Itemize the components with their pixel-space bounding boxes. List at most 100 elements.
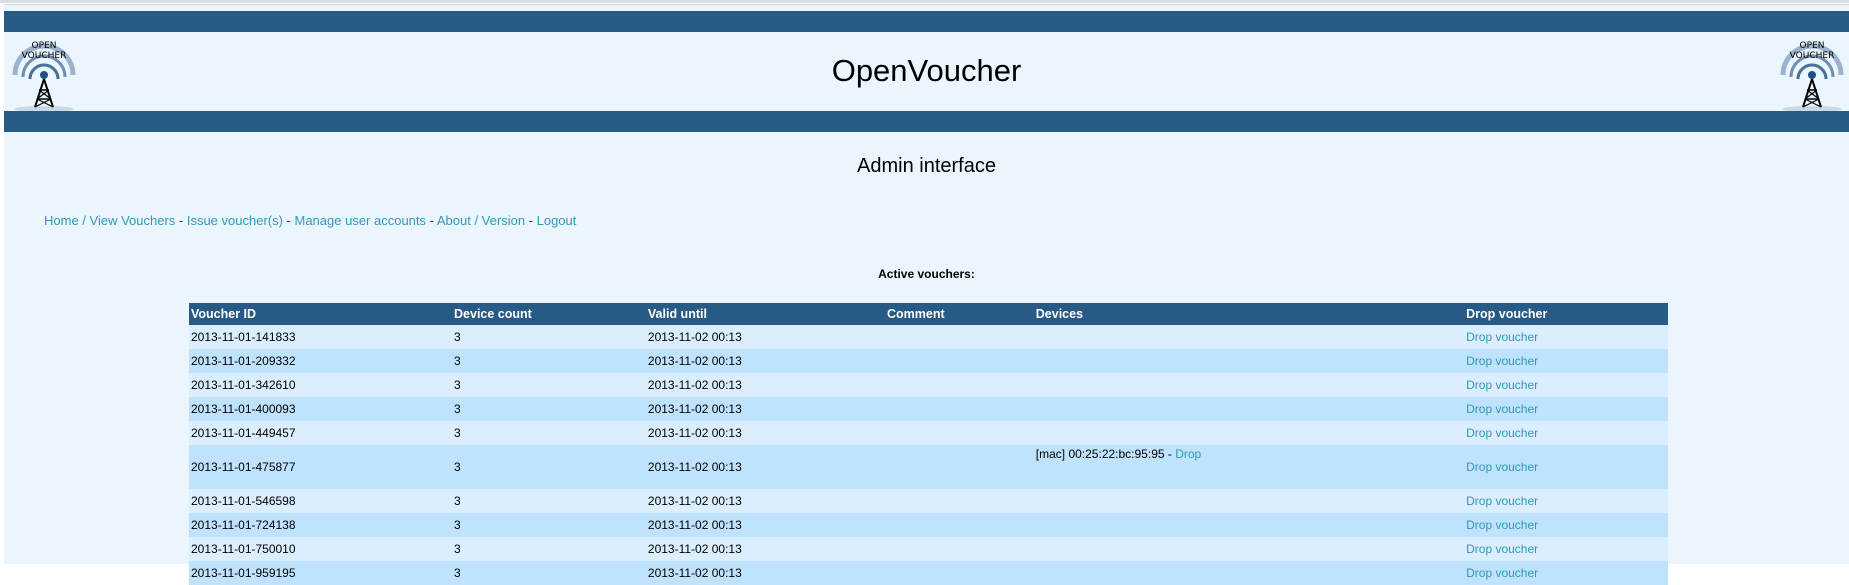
nav-separator: - bbox=[426, 213, 437, 228]
valid-until-cell: 2013-11-02 00:13 bbox=[645, 489, 886, 513]
voucher-id-cell: 2013-11-01-959195 bbox=[189, 561, 453, 585]
table-header-row: Voucher ID Device count Valid until Comm… bbox=[189, 303, 1668, 325]
table-row: 2013-11-01-475877 3 2013-11-02 00:13 [mac] … bbox=[189, 445, 1668, 489]
logo-text-open: OPEN bbox=[1799, 41, 1825, 51]
nav-about-version[interactable]: About / Version bbox=[437, 213, 525, 228]
openvoucher-logo-right: OPEN VOUCHER bbox=[1777, 35, 1847, 111]
drop-voucher-cell: Drop voucher bbox=[1464, 397, 1668, 421]
nav-manage-user-accounts[interactable]: Manage user accounts bbox=[295, 213, 427, 228]
app-title: OpenVoucher bbox=[831, 53, 1022, 88]
vouchers-table-body: 2013-11-01-141833 3 2013-11-02 00:13 Drop v… bbox=[189, 325, 1668, 585]
logo-text-open: OPEN bbox=[31, 41, 57, 51]
devices-cell bbox=[1033, 561, 1465, 585]
table-row: 2013-11-01-209332 3 2013-11-02 00:13 Drop v… bbox=[189, 349, 1668, 373]
main-nav: Home / View Vouchers - Issue voucher(s) … bbox=[44, 213, 576, 228]
devices-cell bbox=[1033, 397, 1465, 421]
comment-cell bbox=[885, 325, 1034, 349]
column-header-voucher-id: Voucher ID bbox=[189, 303, 453, 325]
drop-voucher-cell: Drop voucher bbox=[1464, 421, 1668, 445]
devices-cell bbox=[1033, 421, 1465, 445]
device-count-cell: 3 bbox=[452, 373, 646, 397]
device-count-cell: 3 bbox=[452, 513, 646, 537]
voucher-id-cell: 2013-11-01-209332 bbox=[189, 349, 453, 373]
drop-voucher-cell: Drop voucher bbox=[1464, 373, 1668, 397]
drop-voucher-link[interactable]: Drop voucher bbox=[1466, 402, 1538, 416]
comment-cell bbox=[885, 397, 1034, 421]
drop-voucher-cell: Drop voucher bbox=[1464, 349, 1668, 373]
device-count-cell: 3 bbox=[452, 325, 646, 349]
voucher-id-cell: 2013-11-01-400093 bbox=[189, 397, 453, 421]
comment-cell bbox=[885, 349, 1034, 373]
valid-until-cell: 2013-11-02 00:13 bbox=[645, 537, 886, 561]
valid-until-cell: 2013-11-02 00:13 bbox=[645, 349, 886, 373]
drop-voucher-link[interactable]: Drop voucher bbox=[1466, 354, 1538, 368]
header-bar-top bbox=[4, 11, 1849, 32]
comment-cell bbox=[885, 421, 1034, 445]
device-count-cell: 3 bbox=[452, 445, 646, 489]
valid-until-cell: 2013-11-02 00:13 bbox=[645, 373, 886, 397]
devices-cell bbox=[1033, 537, 1465, 561]
valid-until-cell: 2013-11-02 00:13 bbox=[645, 561, 886, 585]
voucher-id-cell: 2013-11-01-449457 bbox=[189, 421, 453, 445]
device-separator: - bbox=[1164, 447, 1176, 461]
voucher-id-cell: 2013-11-01-141833 bbox=[189, 325, 453, 349]
drop-voucher-link[interactable]: Drop voucher bbox=[1466, 330, 1538, 344]
nav-logout[interactable]: Logout bbox=[537, 213, 577, 228]
device-count-cell: 3 bbox=[452, 397, 646, 421]
drop-voucher-cell: Drop voucher bbox=[1464, 561, 1668, 585]
drop-voucher-link[interactable]: Drop voucher bbox=[1466, 378, 1538, 392]
table-row: 2013-11-01-750010 3 2013-11-02 00:13 Drop v… bbox=[189, 537, 1668, 561]
table-row: 2013-11-01-449457 3 2013-11-02 00:13 Drop v… bbox=[189, 421, 1668, 445]
column-header-device-count: Device count bbox=[452, 303, 646, 325]
voucher-id-cell: 2013-11-01-475877 bbox=[189, 445, 453, 489]
table-row: 2013-11-01-546598 3 2013-11-02 00:13 Drop v… bbox=[189, 489, 1668, 513]
nav-separator: - bbox=[282, 213, 295, 228]
drop-voucher-cell: Drop voucher bbox=[1464, 513, 1668, 537]
comment-cell bbox=[885, 561, 1034, 585]
drop-voucher-cell: Drop voucher bbox=[1464, 537, 1668, 561]
logo-text-voucher: VOUCHER bbox=[1789, 51, 1835, 61]
nav-separator: - bbox=[525, 213, 537, 228]
valid-until-cell: 2013-11-02 00:13 bbox=[645, 397, 886, 421]
voucher-id-cell: 2013-11-01-342610 bbox=[189, 373, 453, 397]
column-header-valid-until: Valid until bbox=[645, 303, 886, 325]
nav-home-view-vouchers[interactable]: Home / View Vouchers bbox=[44, 213, 175, 228]
table-row: 2013-11-01-400093 3 2013-11-02 00:13 Drop v… bbox=[189, 397, 1668, 421]
drop-voucher-cell: Drop voucher bbox=[1464, 489, 1668, 513]
comment-cell bbox=[885, 537, 1034, 561]
comment-cell bbox=[885, 489, 1034, 513]
table-row: 2013-11-01-959195 3 2013-11-02 00:13 Drop v… bbox=[189, 561, 1668, 585]
table-row: 2013-11-01-141833 3 2013-11-02 00:13 Drop v… bbox=[189, 325, 1668, 349]
voucher-id-cell: 2013-11-01-724138 bbox=[189, 513, 453, 537]
nav-issue-vouchers[interactable]: Issue voucher(s) bbox=[187, 213, 283, 228]
comment-cell bbox=[885, 445, 1034, 489]
valid-until-cell: 2013-11-02 00:13 bbox=[645, 513, 886, 537]
valid-until-cell: 2013-11-02 00:13 bbox=[645, 325, 886, 349]
devices-cell bbox=[1033, 325, 1465, 349]
devices-cell bbox=[1033, 489, 1465, 513]
drop-device-link[interactable]: Drop bbox=[1175, 447, 1201, 461]
drop-voucher-link[interactable]: Drop voucher bbox=[1466, 426, 1538, 440]
comment-cell bbox=[885, 373, 1034, 397]
table-row: 2013-11-01-724138 3 2013-11-02 00:13 Drop v… bbox=[189, 513, 1668, 537]
drop-voucher-link[interactable]: Drop voucher bbox=[1466, 566, 1538, 580]
drop-voucher-cell: Drop voucher bbox=[1464, 325, 1668, 349]
drop-voucher-link[interactable]: Drop voucher bbox=[1466, 460, 1538, 474]
devices-cell bbox=[1033, 373, 1465, 397]
drop-voucher-link[interactable]: Drop voucher bbox=[1466, 518, 1538, 532]
valid-until-cell: 2013-11-02 00:13 bbox=[645, 445, 886, 489]
vouchers-table: Voucher ID Device count Valid until Comm… bbox=[189, 303, 1668, 585]
drop-voucher-cell: Drop voucher bbox=[1464, 445, 1668, 489]
devices-cell bbox=[1033, 349, 1465, 373]
device-count-cell: 3 bbox=[452, 421, 646, 445]
voucher-id-cell: 2013-11-01-546598 bbox=[189, 489, 453, 513]
voucher-id-cell: 2013-11-01-750010 bbox=[189, 537, 453, 561]
drop-voucher-link[interactable]: Drop voucher bbox=[1466, 542, 1538, 556]
window-top-edge bbox=[0, 0, 1849, 3]
page: OPEN VOUCHER OpenVoucher OPEN VOUCHER Ad… bbox=[4, 4, 1849, 585]
column-header-devices: Devices bbox=[1033, 303, 1465, 325]
nav-separator: - bbox=[175, 213, 187, 228]
section-heading: Active vouchers: bbox=[878, 267, 975, 281]
drop-voucher-link[interactable]: Drop voucher bbox=[1466, 494, 1538, 508]
devices-cell bbox=[1033, 513, 1465, 537]
